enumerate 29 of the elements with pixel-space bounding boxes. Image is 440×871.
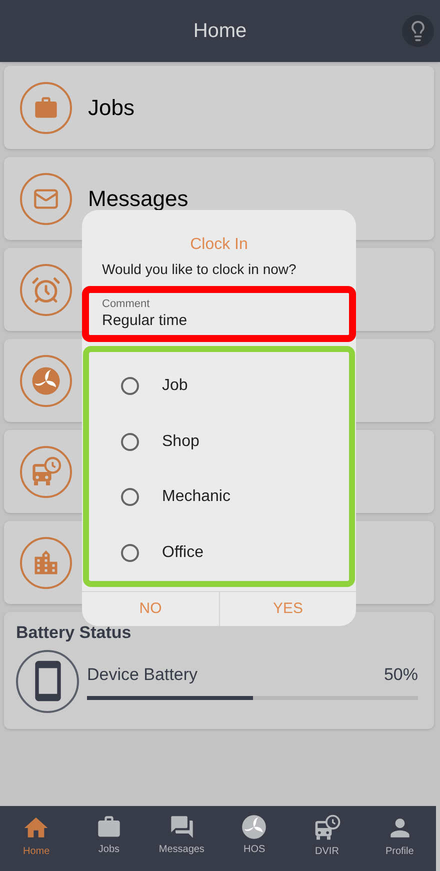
menu-label: Messages <box>88 185 188 213</box>
radio-option[interactable]: Mechanic <box>89 470 349 526</box>
radio-option[interactable]: Office <box>89 525 349 581</box>
alarm-clock-icon <box>31 274 61 304</box>
page-title: Home <box>193 19 247 44</box>
menu-card[interactable]: Jobs <box>4 66 434 149</box>
briefcase-icon <box>96 814 122 840</box>
tab[interactable]: Jobs <box>72 814 146 860</box>
tab[interactable]: Messages <box>145 814 218 860</box>
chat-icon <box>168 814 195 840</box>
tab[interactable]: HOS <box>218 814 291 860</box>
field-value: Regular time <box>102 312 188 330</box>
bus-clock-icon <box>30 456 62 488</box>
briefcase-icon <box>33 94 59 120</box>
tab[interactable]: Home <box>0 814 73 860</box>
hint-button[interactable] <box>402 15 434 47</box>
comment-field[interactable]: Comment Regular time <box>82 286 356 342</box>
swirl-icon <box>31 366 61 396</box>
battery-reading: 50% <box>384 664 418 686</box>
radio-option[interactable]: Shop <box>89 414 349 470</box>
swirl-icon <box>241 814 268 840</box>
battery-name: Device Battery <box>87 664 198 686</box>
radio-option[interactable]: Job <box>89 358 349 414</box>
tab[interactable]: DVIR <box>290 814 364 860</box>
tab[interactable]: Profile <box>363 814 436 860</box>
bus-clock-icon <box>312 814 341 842</box>
field-label: Comment <box>102 298 151 312</box>
menu-label: Jobs <box>88 94 134 122</box>
dialog-message: Would you like to clock in now? <box>101 260 298 279</box>
